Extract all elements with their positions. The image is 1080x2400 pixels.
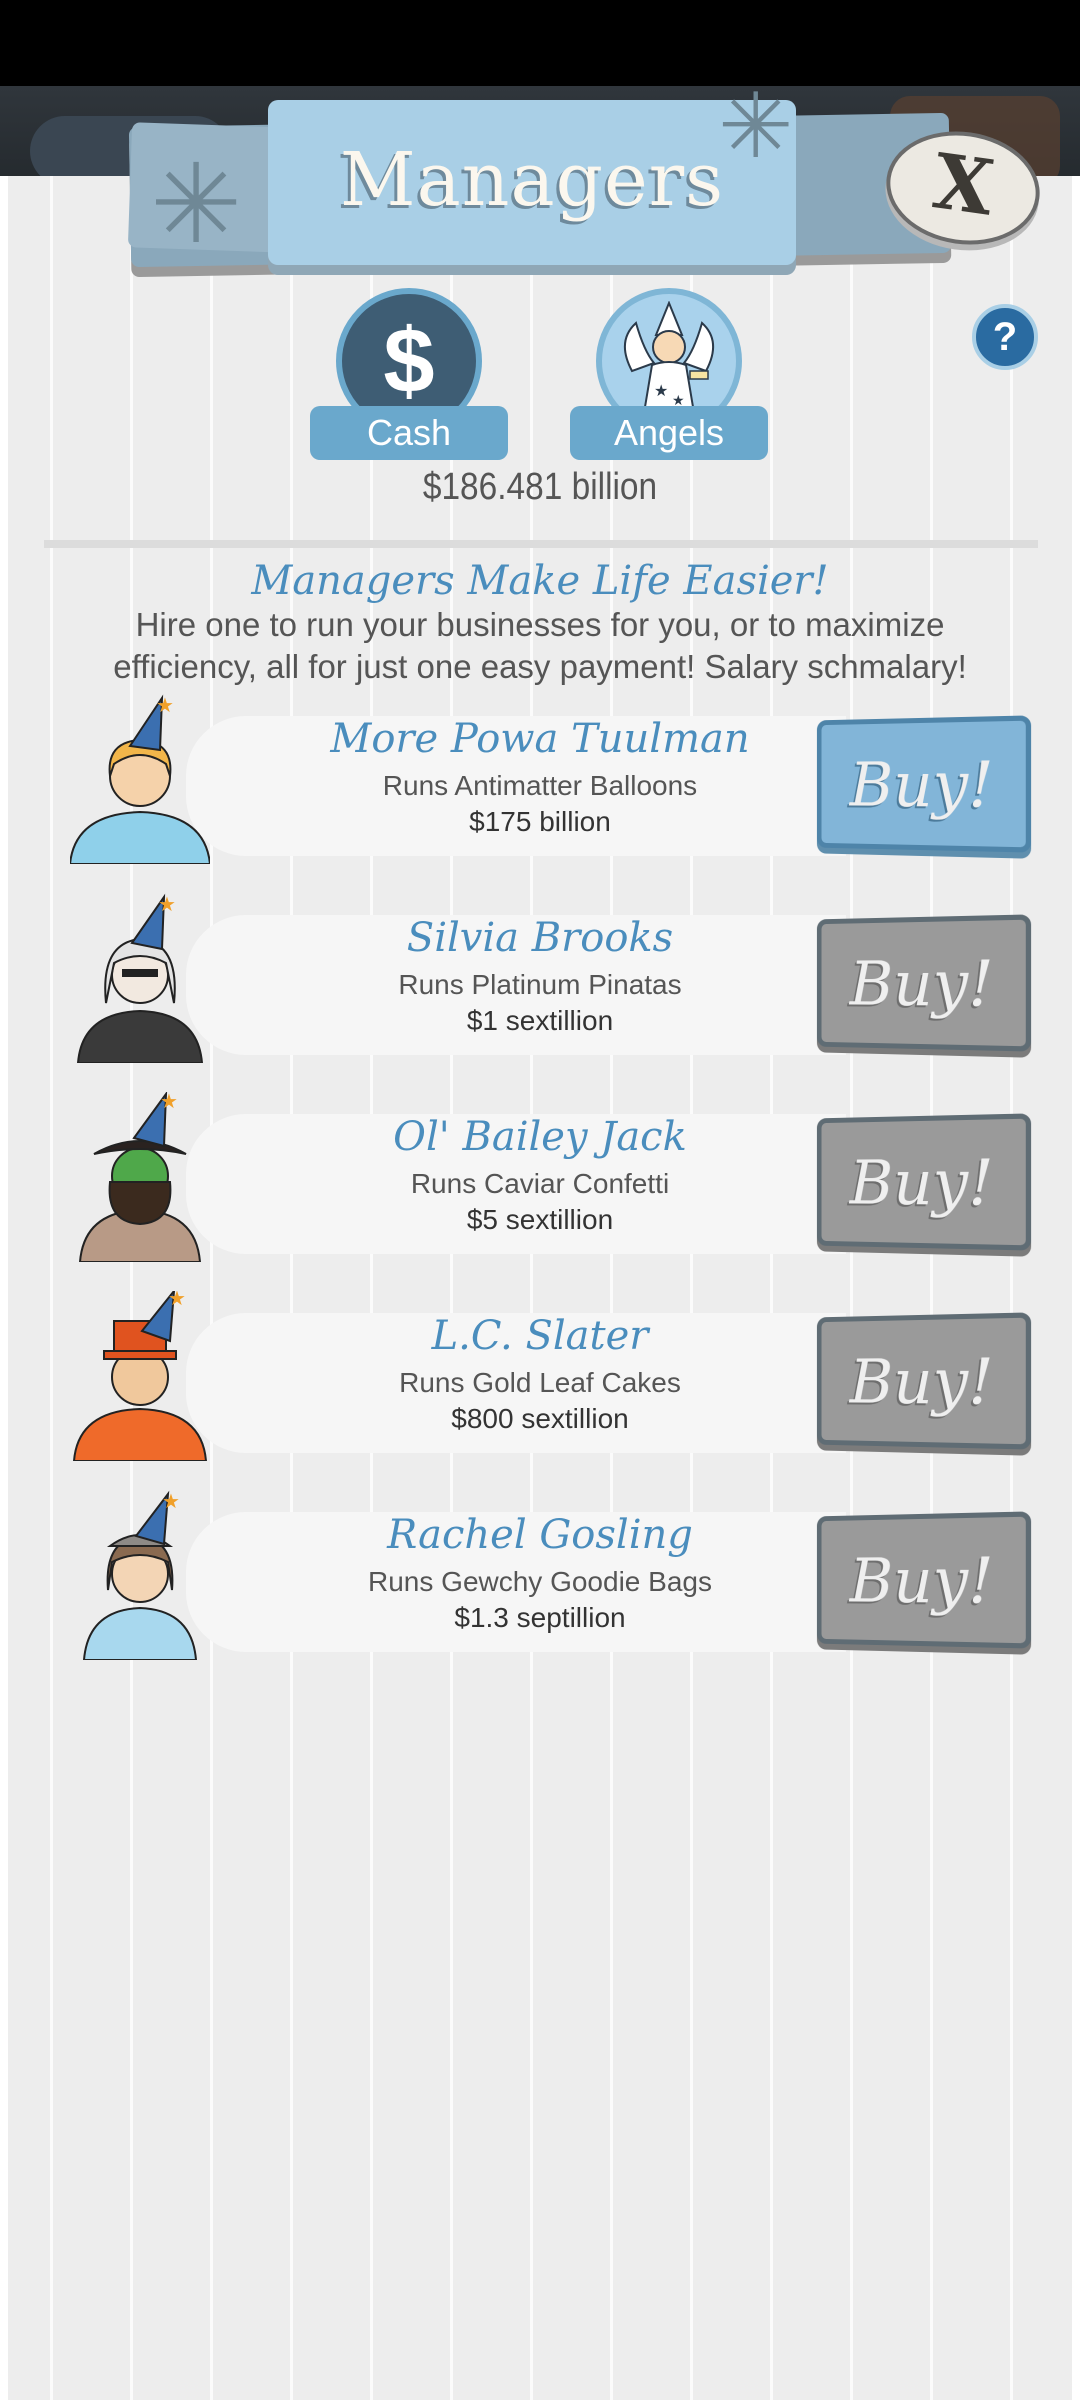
manager-name: Rachel Gosling <box>240 1512 840 1558</box>
svg-text:★: ★ <box>156 695 174 717</box>
buy-button[interactable]: Buy! <box>817 914 1031 1051</box>
manager-portrait: ★ <box>70 1092 210 1262</box>
manager-business: Runs Platinum Pinatas <box>240 969 840 1001</box>
tab-cash[interactable]: $ Cash <box>310 288 508 458</box>
svg-text:★: ★ <box>168 1291 186 1310</box>
header-banner: Managers <box>268 100 796 265</box>
close-icon: X <box>928 136 999 232</box>
dollar-icon: $ <box>383 309 434 414</box>
starburst-icon: ✳ <box>718 82 793 172</box>
tab-angels[interactable]: ★ ★ Angels <box>570 288 768 458</box>
manager-price: $1 sextillion <box>240 1005 840 1037</box>
svg-text:★: ★ <box>158 894 176 916</box>
buy-label: Buy! <box>850 1145 994 1220</box>
manager-name: L.C. Slater <box>240 1313 840 1359</box>
tab-label: Cash <box>310 406 508 460</box>
buy-label: Buy! <box>850 1543 994 1618</box>
manager-portrait: ★ <box>70 1490 210 1660</box>
buy-label: Buy! <box>850 747 994 822</box>
svg-text:★: ★ <box>654 383 668 400</box>
cash-balance: $186.481 billion <box>65 466 1015 509</box>
svg-text:★: ★ <box>162 1491 180 1513</box>
managers-panel <box>0 176 1080 2400</box>
buy-button[interactable]: Buy! <box>817 1113 1031 1250</box>
help-button[interactable]: ? <box>972 304 1038 370</box>
manager-portrait: ★ <box>70 1291 210 1461</box>
buy-button[interactable]: Buy! <box>817 715 1031 852</box>
manager-price: $1.3 septillion <box>240 1602 840 1634</box>
buy-button[interactable]: Buy! <box>817 1511 1031 1648</box>
manager-price: $5 sextillion <box>240 1204 840 1236</box>
manager-name: More Powa Tuulman <box>240 716 840 762</box>
starburst-icon: ✳ <box>150 150 242 260</box>
manager-business: Runs Antimatter Balloons <box>240 770 840 802</box>
manager-business: Runs Caviar Confetti <box>240 1168 840 1200</box>
manager-portrait: ★ <box>70 893 210 1063</box>
manager-business: Runs Gewchy Goodie Bags <box>240 1566 840 1598</box>
manager-row: ★ More Powa Tuulman Runs Antimatter Ball… <box>0 694 1080 854</box>
manager-name: Ol' Bailey Jack <box>240 1114 840 1160</box>
manager-portrait: ★ <box>70 694 210 864</box>
manager-business: Runs Gold Leaf Cakes <box>240 1367 840 1399</box>
tab-label: Angels <box>570 406 768 460</box>
divider <box>44 540 1038 548</box>
manager-price: $800 sextillion <box>240 1403 840 1435</box>
promo-description: Hire one to run your businesses for you,… <box>80 604 1000 688</box>
angel-icon: ★ ★ <box>614 301 724 421</box>
buy-label: Buy! <box>850 946 994 1021</box>
buy-label: Buy! <box>850 1344 994 1419</box>
svg-text:★: ★ <box>160 1092 178 1113</box>
manager-price: $175 billion <box>240 806 840 838</box>
page-title: Managers <box>340 137 724 223</box>
manager-row: ★ Silvia Brooks Runs Platinum Pinatas $1… <box>0 893 1080 1053</box>
manager-row: ★ Ol' Bailey Jack Runs Caviar Confetti $… <box>0 1092 1080 1252</box>
promo-title: Managers Make Life Easier! <box>0 558 1080 604</box>
manager-row: ★ L.C. Slater Runs Gold Leaf Cakes $800 … <box>0 1291 1080 1451</box>
buy-button[interactable]: Buy! <box>817 1312 1031 1449</box>
question-icon: ? <box>993 315 1017 360</box>
manager-name: Silvia Brooks <box>240 915 840 961</box>
manager-row: ★ Rachel Gosling Runs Gewchy Goodie Bags… <box>0 1490 1080 1650</box>
